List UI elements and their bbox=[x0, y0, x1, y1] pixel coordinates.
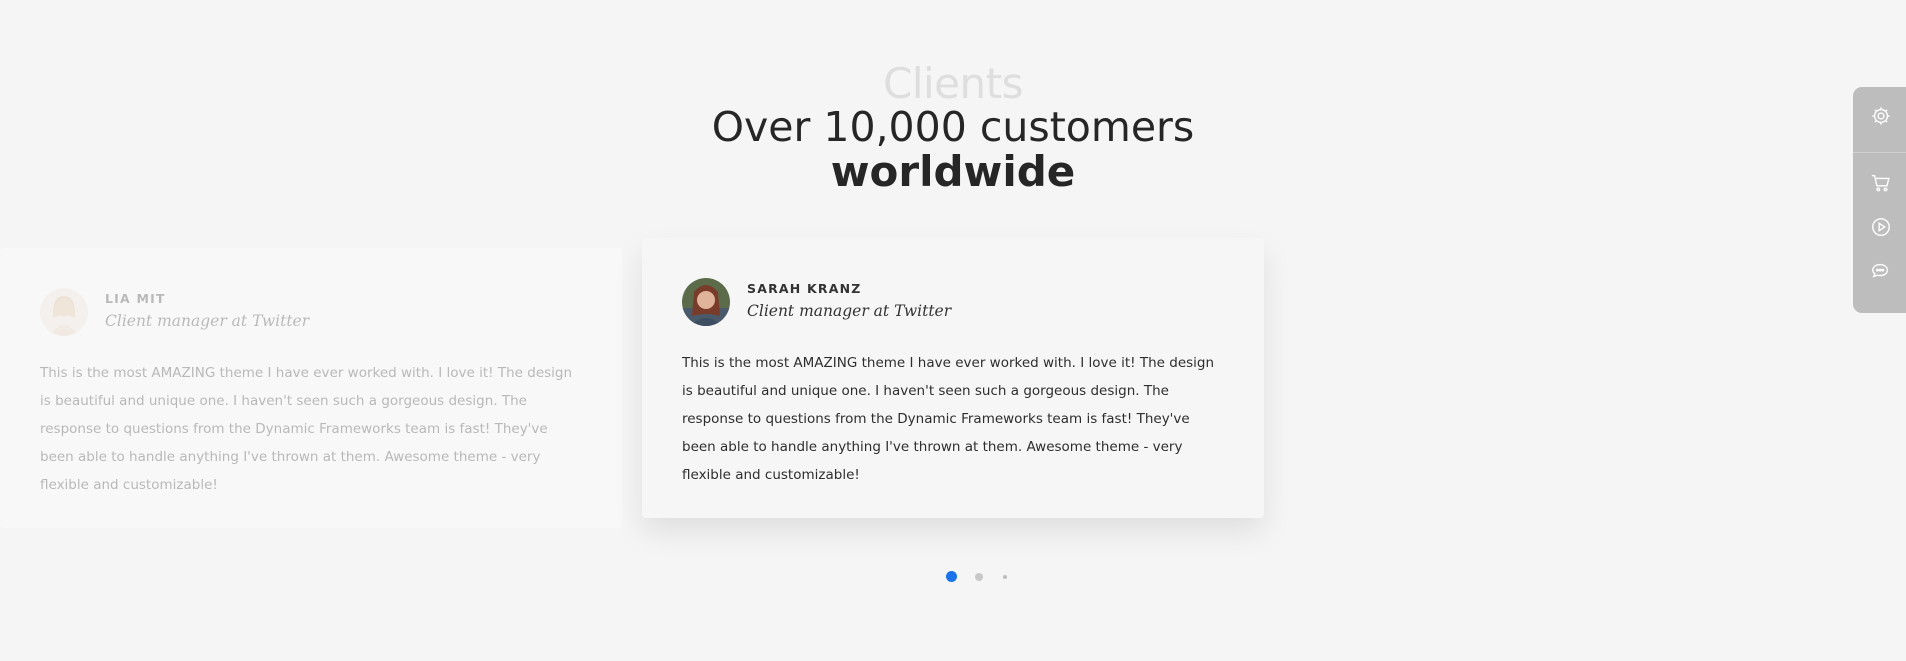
toolbar-divider bbox=[1853, 152, 1906, 153]
carousel-pagination bbox=[946, 571, 1007, 582]
section-heading: Clients Over 10,000 customers worldwide bbox=[0, 54, 1906, 198]
carousel-dot-1[interactable] bbox=[946, 571, 957, 582]
play-circle-icon[interactable] bbox=[1869, 215, 1893, 239]
avatar bbox=[40, 288, 88, 336]
testimonial-quote: This is the most AMAZING theme I have ev… bbox=[40, 365, 573, 493]
testimonial-quote: This is the most AMAZING theme I have ev… bbox=[682, 355, 1215, 483]
gear-icon[interactable] bbox=[1869, 104, 1893, 128]
avatar bbox=[682, 278, 730, 326]
testimonial-role: Client manager at Twitter bbox=[747, 302, 952, 320]
testimonial-name: LIA MIT bbox=[105, 291, 166, 306]
carousel-dot-2[interactable] bbox=[975, 572, 983, 581]
section-title-line1: Over 10,000 customers bbox=[711, 103, 1195, 151]
testimonial-name: SARAH KRANZ bbox=[747, 281, 862, 296]
cart-icon[interactable] bbox=[1869, 171, 1893, 195]
testimonial-card-active[interactable]: SARAH KRANZ Client manager at Twitter Th… bbox=[642, 238, 1264, 518]
chat-icon[interactable] bbox=[1869, 259, 1893, 283]
section-title-line2: worldwide bbox=[830, 147, 1076, 196]
testimonial-card-previous[interactable]: LIA MIT Client manager at Twitter This i… bbox=[0, 248, 622, 528]
side-toolbar bbox=[1853, 87, 1906, 313]
carousel-dot-3[interactable] bbox=[1003, 574, 1007, 579]
testimonial-role: Client manager at Twitter bbox=[105, 312, 310, 330]
